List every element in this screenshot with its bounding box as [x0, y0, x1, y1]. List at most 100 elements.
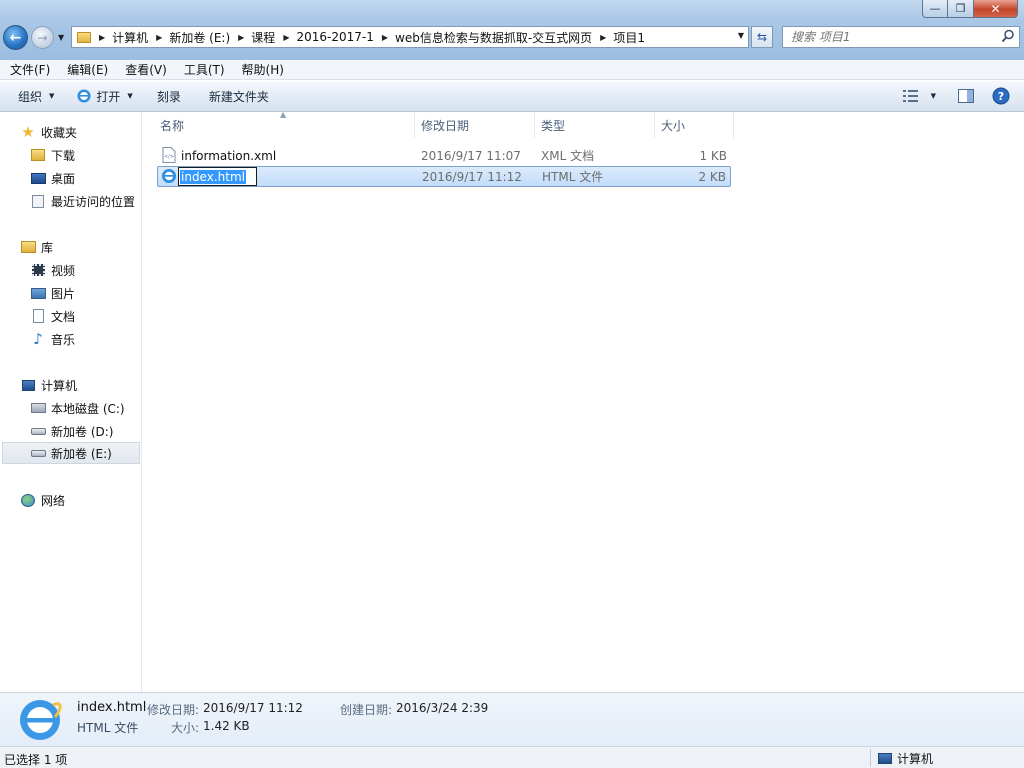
recent-pages-dropdown[interactable]: ▼: [58, 33, 64, 42]
video-icon: [30, 263, 46, 277]
breadcrumb-course[interactable]: 课程: [251, 29, 275, 46]
svg-text:</>: </>: [164, 154, 174, 160]
network-icon: [20, 493, 36, 507]
nav-drive-e[interactable]: 新加卷 (E:): [2, 442, 140, 464]
details-file-name: index.html: [77, 700, 147, 715]
menu-file[interactable]: 文件(F): [0, 61, 57, 78]
forward-button[interactable]: →: [31, 26, 54, 49]
open-button[interactable]: 打开 ▼: [68, 81, 140, 111]
nav-computer-label: 计算机: [41, 378, 78, 393]
refresh-button[interactable]: ⇆: [751, 26, 773, 48]
new-folder-button[interactable]: 新建文件夹: [201, 81, 277, 111]
star-icon: ★: [21, 123, 35, 141]
nav-libraries-label: 库: [41, 240, 54, 255]
menu-view[interactable]: 查看(V): [115, 61, 174, 78]
nav-music-label: 音乐: [51, 332, 76, 347]
details-size-label: 大小:: [171, 721, 200, 735]
breadcrumb-term[interactable]: 2016-2017-1: [296, 30, 373, 44]
menu-edit[interactable]: 编辑(E): [57, 61, 115, 78]
system-drive-icon: [30, 401, 46, 415]
status-divider: [870, 749, 871, 767]
breadcrumb-project1[interactable]: 项目1: [613, 29, 645, 46]
chevron-right-icon[interactable]: ▶: [283, 33, 289, 42]
column-header-name[interactable]: 名称: [154, 112, 415, 138]
minimize-button[interactable]: —: [922, 0, 948, 18]
desktop-icon: [30, 171, 46, 185]
nav-pictures[interactable]: 图片: [0, 282, 140, 304]
chevron-right-icon[interactable]: ▶: [382, 33, 388, 42]
column-header-size[interactable]: 大小: [655, 112, 734, 138]
nav-drive-d-label: 新加卷 (D:): [51, 424, 114, 439]
chevron-right-icon[interactable]: ▶: [600, 33, 606, 42]
computer-icon: [20, 378, 36, 392]
nav-drive-c-label: 本地磁盘 (C:): [51, 401, 125, 416]
downloads-folder-icon: [30, 148, 46, 162]
breadcrumb-drive-e[interactable]: 新加卷 (E:): [169, 29, 230, 46]
menu-help[interactable]: 帮助(H): [232, 61, 291, 78]
computer-icon: [878, 753, 892, 764]
status-location-label: 计算机: [897, 752, 934, 766]
xml-file-icon: </>: [162, 147, 176, 163]
recent-places-icon: [30, 194, 46, 208]
rename-field[interactable]: index.html: [178, 167, 257, 186]
nav-computer[interactable]: 计算机: [0, 374, 140, 396]
details-created-value: 2016/3/24 2:39: [396, 701, 489, 715]
chevron-right-icon[interactable]: ▶: [156, 33, 162, 42]
column-header-modified[interactable]: 修改日期: [415, 112, 535, 138]
nav-network-label: 网络: [41, 493, 66, 508]
rename-text[interactable]: index.html: [180, 169, 246, 184]
search-box[interactable]: [782, 26, 1020, 48]
nav-downloads[interactable]: 下载: [0, 144, 140, 166]
preview-pane-button[interactable]: [952, 81, 980, 111]
nav-libraries[interactable]: 库: [0, 236, 140, 258]
organize-button[interactable]: 组织 ▼: [0, 81, 62, 111]
burn-button[interactable]: 刻录: [149, 81, 189, 111]
breadcrumb-web-course[interactable]: web信息检索与数据抓取-交互式网页: [395, 29, 592, 46]
nav-videos[interactable]: 视频: [0, 259, 140, 281]
chevron-down-icon[interactable]: ▼: [738, 31, 744, 40]
preview-pane-icon: [958, 89, 974, 103]
nav-documents[interactable]: 文档: [0, 305, 140, 327]
arrow-left-icon: ←: [9, 29, 22, 46]
file-type: XML 文档: [541, 149, 595, 163]
search-input[interactable]: [791, 30, 1001, 44]
details-modified-value: 2016/9/17 11:12: [203, 701, 303, 715]
breadcrumb-computer[interactable]: 计算机: [112, 29, 148, 46]
open-label: 打开: [96, 89, 121, 104]
address-bar[interactable]: ▶ 计算机 ▶ 新加卷 (E:) ▶ 课程 ▶ 2016-2017-1 ▶ we…: [71, 26, 749, 48]
chevron-down-icon: ▼: [127, 92, 133, 100]
ie-icon: [162, 169, 176, 183]
nav-network[interactable]: 网络: [0, 489, 140, 511]
chevron-right-icon[interactable]: ▶: [99, 33, 105, 42]
details-created-label: 创建日期:: [340, 703, 393, 717]
nav-favorites[interactable]: ★ 收藏夹: [0, 121, 140, 143]
close-button[interactable]: ✕: [974, 0, 1018, 18]
details-size-value: 1.42 KB: [203, 719, 250, 733]
nav-desktop[interactable]: 桌面: [0, 167, 140, 189]
file-row-information-xml[interactable]: </> information.xml 2016/9/17 11:07 XML …: [157, 145, 731, 166]
chevron-down-icon[interactable]: ▼: [931, 92, 936, 100]
nav-drive-c[interactable]: 本地磁盘 (C:): [0, 397, 140, 419]
menu-tools[interactable]: 工具(T): [174, 61, 232, 78]
details-file-type: HTML 文件: [77, 721, 139, 735]
file-name: information.xml: [181, 148, 277, 163]
help-button[interactable]: ?: [986, 81, 1016, 111]
title-bar: — ❐ ✕ ← → ▼ ▶ 计算机 ▶ 新加卷 (E:) ▶ 课程 ▶ 2016…: [0, 0, 1024, 60]
file-size: 2 KB: [698, 169, 726, 184]
details-modified-label: 修改日期:: [147, 703, 200, 717]
drive-icon: [30, 446, 46, 460]
file-type: HTML 文件: [542, 170, 604, 184]
file-row-index-html[interactable]: index.html 2016/9/17 11:12 HTML 文件 2 KB: [157, 166, 731, 187]
folder-icon: [77, 31, 91, 43]
nav-drive-d[interactable]: 新加卷 (D:): [0, 420, 140, 442]
music-icon: ♪: [33, 330, 43, 348]
maximize-button[interactable]: ❐: [948, 0, 974, 18]
chevron-right-icon[interactable]: ▶: [238, 33, 244, 42]
back-button[interactable]: ←: [3, 25, 28, 50]
change-view-button[interactable]: ▼: [897, 81, 942, 111]
column-header-type[interactable]: 类型: [535, 112, 655, 138]
search-icon[interactable]: [1001, 29, 1015, 43]
nav-music[interactable]: ♪ 音乐: [0, 328, 140, 350]
command-bar: 组织 ▼ 打开 ▼ 刻录 新建文件夹 ▼ ?: [0, 81, 1024, 112]
nav-recent[interactable]: 最近访问的位置: [0, 190, 140, 212]
